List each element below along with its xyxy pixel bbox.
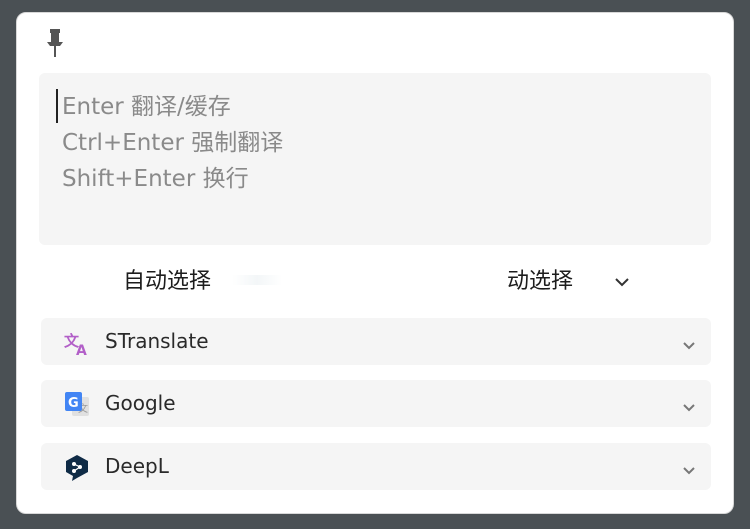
service-item-google[interactable]: 文 G Google bbox=[41, 380, 711, 427]
service-item-deepl[interactable]: DeepL bbox=[41, 443, 711, 490]
input-placeholder: Enter 翻译/缓存 Ctrl+Enter 强制翻译 Shift+Enter … bbox=[62, 89, 283, 197]
chevron-down-icon[interactable] bbox=[614, 273, 630, 287]
target-language-select[interactable]: 动选择 bbox=[507, 263, 573, 295]
chevron-down-icon[interactable] bbox=[683, 336, 695, 350]
language-divider bbox=[232, 275, 282, 285]
service-name: DeepL bbox=[105, 454, 169, 478]
placeholder-line-enter: Enter 翻译/缓存 bbox=[62, 94, 231, 120]
source-language-select[interactable]: 自动选择 bbox=[123, 263, 211, 295]
svg-text:A: A bbox=[76, 343, 87, 356]
service-name: Google bbox=[105, 391, 176, 415]
placeholder-line-shift-enter: Shift+Enter 换行 bbox=[62, 166, 249, 192]
pin-icon[interactable] bbox=[43, 27, 67, 59]
service-name: STranslate bbox=[105, 329, 209, 353]
chevron-down-icon[interactable] bbox=[683, 398, 695, 412]
service-item-stranslate[interactable]: 文 A STranslate bbox=[41, 318, 711, 365]
translator-window: Enter 翻译/缓存 Ctrl+Enter 强制翻译 Shift+Enter … bbox=[16, 12, 734, 514]
stranslate-icon: 文 A bbox=[63, 328, 91, 359]
google-translate-icon: 文 G bbox=[63, 390, 91, 418]
placeholder-line-ctrl-enter: Ctrl+Enter 强制翻译 bbox=[62, 130, 284, 156]
svg-text:G: G bbox=[68, 396, 79, 411]
deepl-icon bbox=[63, 453, 91, 481]
chevron-down-icon[interactable] bbox=[683, 461, 695, 475]
text-caret bbox=[56, 89, 58, 123]
text-input-area[interactable]: Enter 翻译/缓存 Ctrl+Enter 强制翻译 Shift+Enter … bbox=[39, 73, 711, 245]
